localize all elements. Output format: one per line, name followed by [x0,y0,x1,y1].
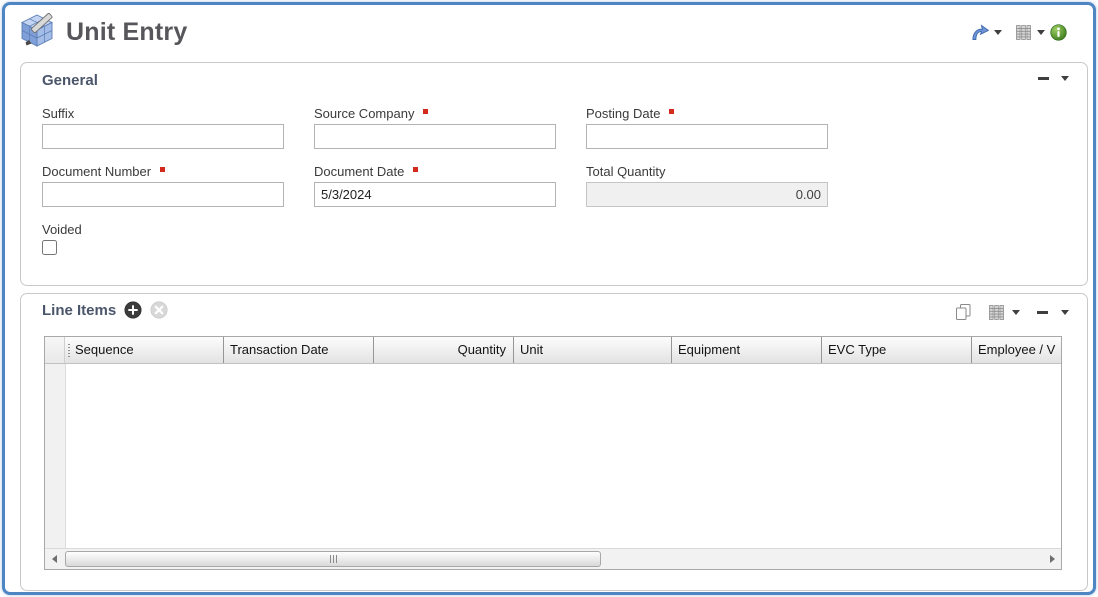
document-date-field: Document Date [314,163,558,207]
line-items-titlebar: Line Items [42,301,168,319]
source-company-label: Source Company [314,106,414,121]
required-marker [669,109,674,114]
document-number-input[interactable] [42,182,284,207]
general-collapse-controls [1038,76,1069,81]
delete-line-item-button[interactable] [150,301,168,319]
workflow-arrow-icon [970,24,989,41]
column-header-equipment[interactable]: Equipment [673,337,822,363]
grid-column-chooser-icon [988,304,1005,321]
top-toolbar [970,24,1067,41]
add-line-item-button[interactable] [124,301,142,319]
document-date-label: Document Date [314,164,404,179]
collapse-minus-icon[interactable] [1038,77,1049,80]
required-marker [160,167,165,172]
workflow-arrow-button[interactable] [970,24,989,41]
column-header-evc-type[interactable]: EVC Type [823,337,972,363]
source-company-field: Source Company [314,105,558,149]
workflow-dropdown-caret[interactable] [994,30,1002,35]
total-quantity-label: Total Quantity [586,164,666,179]
info-button[interactable] [1050,24,1067,41]
posting-date-label: Posting Date [586,106,660,121]
line-items-section: Line Items [20,293,1088,591]
scroll-right-arrow-icon [1050,555,1055,563]
row-selector-strip [45,364,66,549]
scroll-left-arrow-icon [52,555,57,563]
line-items-collapse-caret-icon[interactable] [1061,310,1069,315]
line-items-tools [954,303,1069,322]
thumb-grip-icon [330,555,331,563]
collapse-caret-icon[interactable] [1061,76,1069,81]
info-icon [1050,24,1067,41]
copy-button[interactable] [954,303,973,322]
general-section-title: General [42,72,98,89]
posting-date-field: Posting Date [586,105,830,149]
scrollbar-thumb[interactable] [65,551,601,567]
scroll-left-button[interactable] [45,549,63,569]
document-number-field: Document Number [42,163,286,207]
grid-header-row: Sequence Transaction Date Quantity Unit … [45,337,1061,364]
copy-icon [954,303,973,322]
column-header-sequence[interactable]: Sequence [66,337,224,363]
unit-entry-window: Unit Entry [0,0,1098,597]
column-chooser-caret[interactable] [1037,30,1045,35]
document-number-label: Document Number [42,164,151,179]
grid-column-chooser-caret[interactable] [1012,310,1020,315]
suffix-field: Suffix [42,105,286,149]
add-icon [124,301,142,319]
posting-date-input[interactable] [586,124,828,149]
horizontal-scrollbar[interactable] [45,548,1061,569]
voided-label: Voided [42,222,82,237]
suffix-label: Suffix [42,106,74,121]
general-section: General Suffix Source Company Posting Da… [20,62,1088,286]
thumb-grip-icon [333,555,334,563]
document-date-input[interactable] [314,182,556,207]
source-company-input[interactable] [314,124,556,149]
column-header-employee-vendor[interactable]: Employee / V [973,337,1061,363]
required-marker [413,167,418,172]
page-header: Unit Entry [17,13,187,51]
column-header-quantity[interactable]: Quantity [375,337,514,363]
column-chooser-icon [1015,24,1032,41]
column-header-transaction-date[interactable]: Transaction Date [225,337,374,363]
line-items-grid: Sequence Transaction Date Quantity Unit … [44,336,1062,570]
total-quantity-field: Total Quantity [586,163,830,207]
row-selector-header[interactable] [45,337,65,363]
thumb-grip-icon [336,555,337,563]
window-frame: Unit Entry [2,2,1096,595]
delete-icon [150,301,168,319]
line-items-collapse-minus-icon[interactable] [1037,311,1048,314]
line-items-title: Line Items [42,302,116,319]
page-title: Unit Entry [66,18,187,47]
grid-column-chooser-button[interactable] [988,304,1005,321]
column-chooser-button[interactable] [1015,24,1032,41]
required-marker [423,109,428,114]
total-quantity-input [586,182,828,207]
scroll-right-button[interactable] [1043,549,1061,569]
suffix-input[interactable] [42,124,284,149]
unit-entry-cube-icon [17,13,59,51]
voided-field: Voided [42,221,286,260]
grid-body-empty[interactable] [66,364,1061,549]
column-header-unit[interactable]: Unit [515,337,672,363]
voided-checkbox[interactable] [42,240,57,255]
